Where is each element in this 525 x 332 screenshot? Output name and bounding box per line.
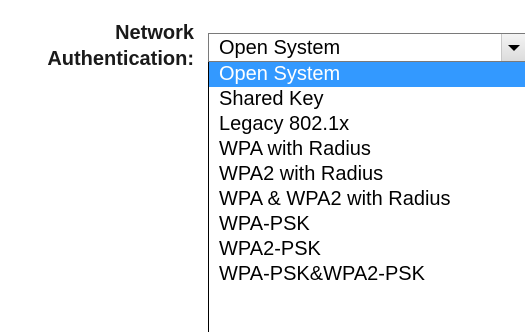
dropdown-option[interactable]: WPA2-PSK <box>209 237 525 262</box>
chevron-down-icon <box>508 45 520 51</box>
dropdown-option[interactable]: WPA2 with Radius <box>209 162 525 187</box>
network-authentication-label: Network Authentication: <box>47 20 194 72</box>
label-line-network: Network <box>115 22 194 44</box>
dropdown-option[interactable]: WPA with Radius <box>209 137 525 162</box>
dropdown-option[interactable]: Shared Key <box>209 87 525 112</box>
dropdown-options-list: Open System Shared Key Legacy 802.1x WPA… <box>208 62 525 332</box>
dropdown-arrow-button[interactable] <box>501 34 525 61</box>
selected-value: Open System <box>219 37 341 59</box>
dropdown-option[interactable]: Legacy 802.1x <box>209 112 525 137</box>
label-line-authentication: Authentication: <box>47 48 194 70</box>
dropdown-option[interactable]: WPA-PSK <box>209 212 525 237</box>
network-authentication-select[interactable]: Open System <box>208 33 525 62</box>
dropdown-option[interactable]: WPA-PSK&WPA2-PSK <box>209 262 525 287</box>
dropdown-option[interactable]: Open System <box>209 62 525 87</box>
dropdown-option[interactable]: WPA & WPA2 with Radius <box>209 187 525 212</box>
